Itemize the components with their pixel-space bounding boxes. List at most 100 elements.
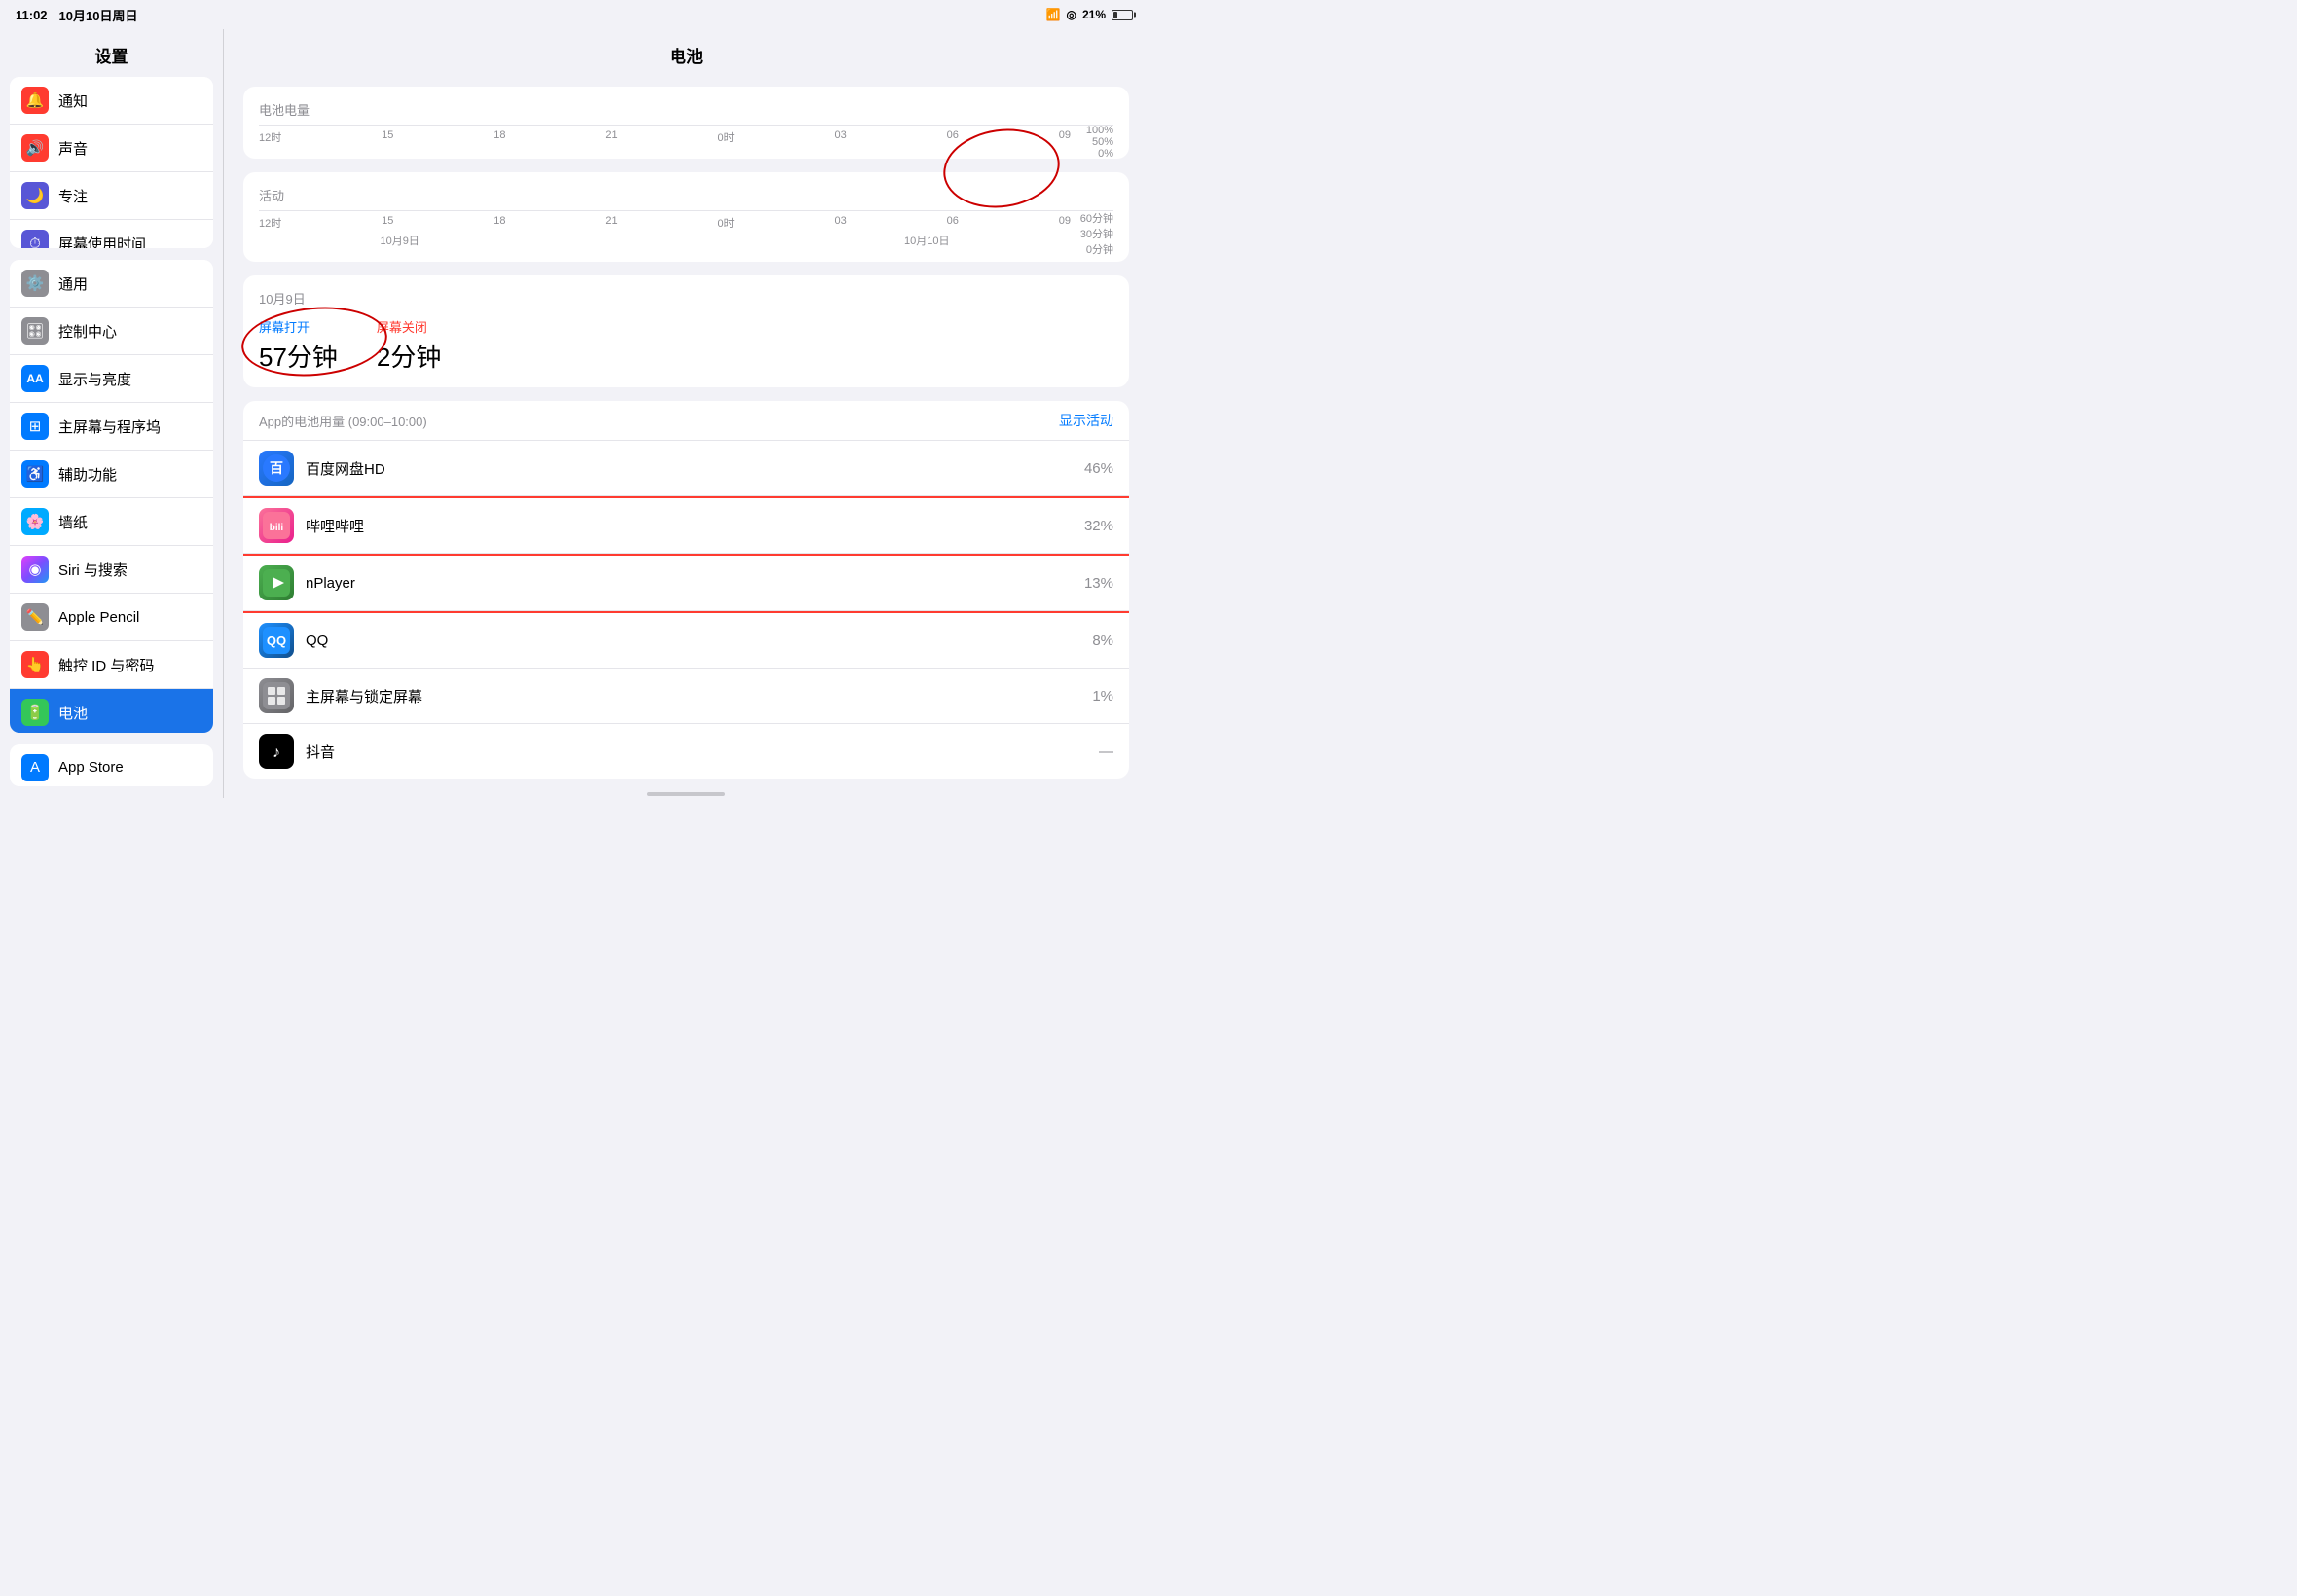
nplayer-name: nPlayer <box>306 575 1073 592</box>
svg-text:QQ: QQ <box>267 634 286 648</box>
focus-icon: 🌙 <box>21 182 49 209</box>
screen-time-date: 10月9日 <box>259 289 1113 308</box>
battery-x-labels: 12时 15 18 21 0时 03 06 09 <box>259 129 1113 145</box>
activity-y-labels: 60分钟 30分钟 0分钟 <box>1075 210 1113 211</box>
sidebar-item-focus[interactable]: 🌙 专注 <box>10 172 213 220</box>
bili-icon: bili <box>259 508 294 543</box>
screen-time-section: 10月9日 屏幕打开 57分钟 屏幕关闭 2分钟 <box>243 275 1129 387</box>
sidebar-group-3: A App Store <box>10 744 213 786</box>
baidu-icon: 百 <box>259 451 294 486</box>
controlcenter-icon: 🎛 <box>21 317 49 345</box>
sidebar-group-2: ⚙️ 通用 🎛 控制中心 AA 显示与亮度 ⊞ 主屏幕与程序坞 ♿ 辅助功能 🌸 <box>10 260 213 733</box>
activity-chart-label: 活动 <box>259 186 1113 204</box>
screen-on-value: 57分钟 <box>259 338 338 374</box>
appstore-label: App Store <box>58 759 124 776</box>
sidebar-item-screentime[interactable]: ⏱ 屏幕使用时间 <box>10 220 213 248</box>
sidebar-item-notification[interactable]: 🔔 通知 <box>10 77 213 125</box>
app-item-douyin: ♪ 抖音 — <box>243 724 1129 779</box>
controlcenter-label: 控制中心 <box>58 321 117 342</box>
battery-chart-bars <box>259 125 1113 126</box>
sidebar-item-battery[interactable]: 🔋 电池 <box>10 689 213 733</box>
sidebar-item-wallpaper[interactable]: 🌸 墙纸 <box>10 498 213 546</box>
battery-y-labels: 100% 50% 0% <box>1075 125 1113 126</box>
screen-off-item: 屏幕关闭 2分钟 <box>377 317 441 374</box>
bili-name: 哔哩哔哩 <box>306 516 1073 536</box>
homescreen-app-pct: 1% <box>1092 688 1113 705</box>
bili-pct: 32% <box>1084 518 1113 534</box>
accessibility-label: 辅助功能 <box>58 464 117 485</box>
sound-label: 声音 <box>58 138 88 159</box>
sidebar-item-siri[interactable]: ◉ Siri 与搜索 <box>10 546 213 594</box>
sidebar-item-touchid[interactable]: 👆 触控 ID 与密码 <box>10 641 213 689</box>
siri-label: Siri 与搜索 <box>58 560 128 580</box>
page-title: 电池 <box>224 29 1148 77</box>
app-battery-section: App的电池用量 (09:00–10:00) 显示活动 百 百度网盘HD 46% <box>243 401 1129 779</box>
app-item-homescreen: 主屏幕与锁定屏幕 1% <box>243 669 1129 724</box>
activity-chart-section: 活动 <box>243 172 1129 262</box>
sidebar-item-appstore[interactable]: A App Store <box>10 744 213 786</box>
general-icon: ⚙️ <box>21 270 49 297</box>
battery-chart-section: 电池电量 <box>243 87 1129 159</box>
screentime-label: 屏幕使用时间 <box>58 234 146 249</box>
sidebar-item-general[interactable]: ⚙️ 通用 <box>10 260 213 308</box>
screen-on-item: 屏幕打开 57分钟 <box>259 317 338 374</box>
app-item-bili: bili 哔哩哔哩 32% <box>243 498 1129 554</box>
date: 10月10日周日 <box>59 6 138 24</box>
homescreen-app-name: 主屏幕与锁定屏幕 <box>306 686 1080 707</box>
svg-text:♪: ♪ <box>273 744 280 761</box>
screen-time-row: 屏幕打开 57分钟 屏幕关闭 2分钟 <box>259 317 1113 374</box>
nplayer-icon <box>259 565 294 600</box>
sidebar-group-1: 🔔 通知 🔊 声音 🌙 专注 ⏱ 屏幕使用时间 <box>10 77 213 248</box>
app-item-baidu: 百 百度网盘HD 46% <box>243 441 1129 496</box>
applepencil-icon: ✏️ <box>21 603 49 631</box>
activity-chart-bars <box>259 210 1113 211</box>
battery-chart-wrapper: 100% 50% 0% <box>259 125 1113 126</box>
touchid-label: 触控 ID 与密码 <box>58 655 154 675</box>
app-item-nplayer: nPlayer 13% <box>243 556 1129 611</box>
baidu-pct: 46% <box>1084 460 1113 477</box>
sidebar-item-homescreen[interactable]: ⊞ 主屏幕与程序坞 <box>10 403 213 451</box>
location-icon: ◎ <box>1066 8 1076 21</box>
status-bar: 11:02 10月10日周日 📶 ◎ 21% <box>0 0 1148 29</box>
wallpaper-label: 墙纸 <box>58 512 88 532</box>
douyin-pct: — <box>1099 744 1113 760</box>
wallpaper-icon: 🌸 <box>21 508 49 535</box>
sidebar-item-display[interactable]: AA 显示与亮度 <box>10 355 213 403</box>
siri-icon: ◉ <box>21 556 49 583</box>
focus-label: 专注 <box>58 186 88 206</box>
homescreen-label: 主屏幕与程序坞 <box>58 417 161 437</box>
sidebar-item-controlcenter[interactable]: 🎛 控制中心 <box>10 308 213 355</box>
show-activity-button[interactable]: 显示活动 <box>1059 411 1113 430</box>
activity-chart-wrapper: 60分钟 30分钟 0分钟 <box>259 210 1113 211</box>
battery-content: 电池电量 <box>224 77 1148 798</box>
baidu-name: 百度网盘HD <box>306 458 1073 479</box>
sound-icon: 🔊 <box>21 134 49 162</box>
main-layout: 设置 🔔 通知 🔊 声音 🌙 专注 ⏱ 屏幕使用时间 ⚙️ <box>0 29 1148 798</box>
sidebar-item-accessibility[interactable]: ♿ 辅助功能 <box>10 451 213 498</box>
app-battery-label: App的电池用量 (09:00–10:00) <box>259 412 427 430</box>
scroll-indicator <box>647 792 725 796</box>
sidebar-title: 设置 <box>0 29 223 77</box>
battery-chart-label: 电池电量 <box>259 100 1113 119</box>
douyin-name: 抖音 <box>306 742 1087 762</box>
applepencil-label: Apple Pencil <box>58 609 139 626</box>
status-right: 📶 ◎ 21% <box>1046 8 1133 21</box>
wifi-icon: 📶 <box>1046 8 1061 21</box>
qq-pct: 8% <box>1092 633 1113 649</box>
sidebar: 设置 🔔 通知 🔊 声音 🌙 专注 ⏱ 屏幕使用时间 ⚙️ <box>0 29 224 798</box>
general-label: 通用 <box>58 273 88 294</box>
battery-label: 电池 <box>58 703 88 723</box>
sidebar-item-applepencil[interactable]: ✏️ Apple Pencil <box>10 594 213 641</box>
time: 11:02 <box>16 8 48 22</box>
screen-on-label: 屏幕打开 <box>259 317 338 336</box>
screen-off-value: 2分钟 <box>377 338 441 374</box>
display-label: 显示与亮度 <box>58 369 131 389</box>
touchid-icon: 👆 <box>21 651 49 678</box>
activity-date-labels: 10月9日 10月10日 <box>259 233 1113 248</box>
notification-icon: 🔔 <box>21 87 49 114</box>
accessibility-icon: ♿ <box>21 460 49 488</box>
douyin-icon: ♪ <box>259 734 294 769</box>
sidebar-item-sound[interactable]: 🔊 声音 <box>10 125 213 172</box>
svg-text:百: 百 <box>270 460 283 476</box>
screen-off-label: 屏幕关闭 <box>377 317 441 336</box>
